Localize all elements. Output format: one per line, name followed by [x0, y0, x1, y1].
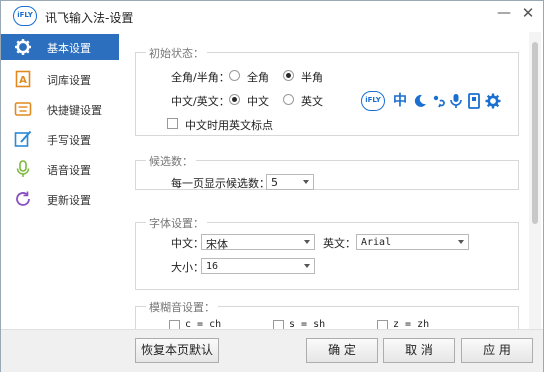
status-bar-preview: iFLY 中	[361, 90, 503, 112]
keyboard-icon	[468, 93, 480, 109]
lang-label: 中文/英文：	[171, 95, 230, 108]
chevron-down-icon	[304, 240, 310, 244]
close-button[interactable]: ✕	[517, 4, 539, 24]
chevron-down-icon	[458, 240, 464, 244]
cancel-button[interactable]: 取 消	[383, 338, 455, 363]
font-cn-label: 中文：	[171, 237, 204, 250]
gear-icon	[485, 93, 501, 109]
sidebar-item-dictionary[interactable]: A 词库设置	[1, 66, 119, 92]
scrollbar-thumb[interactable]	[532, 42, 538, 224]
svg-text:A: A	[19, 75, 27, 86]
english-punct-label: 中文时用英文标点	[185, 119, 273, 132]
chevron-down-icon	[304, 264, 310, 268]
sidebar-item-voice[interactable]: 语音设置	[1, 156, 119, 182]
candidates-label: 每一页显示候选数：	[171, 177, 270, 190]
fuzzy-checkbox[interactable]	[169, 320, 180, 329]
font-size-label: 大小：	[171, 261, 204, 274]
fuzzy-item: z = zh	[393, 319, 430, 329]
group-title: 模糊音设置：	[146, 299, 218, 315]
sidebar: 基本设置 A 词库设置 快捷键设置 手写设置 语音设置 更新设置	[1, 32, 119, 329]
window-title: 讯飞输入法-设置	[45, 11, 134, 25]
candidates-value: 5	[271, 176, 278, 189]
group-title: 候选数：	[146, 153, 196, 169]
font-group: 字体设置：	[135, 215, 519, 290]
group-title: 字体设置：	[146, 215, 207, 231]
english-label: 英文	[301, 95, 323, 108]
full-width-label: 全角	[247, 71, 269, 84]
microphone-icon	[450, 94, 462, 108]
font-en-label: 英文：	[323, 237, 356, 250]
settings-content: 初始状态： 全角/半角： 全角 半角 中文/英文： 中文 英文 中文时用英文标点…	[123, 32, 527, 329]
fuzzy-item: c = ch	[185, 319, 222, 329]
group-title: 初始状态：	[146, 45, 207, 61]
chinese-label: 中文	[247, 95, 269, 108]
settings-window: iFLY 讯飞输入法-设置 — ✕ 基本设置 A 词库设置 快捷键设置 手写设置…	[0, 0, 544, 372]
keyboard-icon	[14, 102, 32, 116]
fuzzy-checkbox[interactable]	[377, 320, 388, 329]
footer-bar: 恢复本页默认 确 定 取 消 应 用	[1, 329, 543, 372]
sidebar-item-handwriting[interactable]: 手写设置	[1, 126, 119, 152]
sidebar-item-label: 词库设置	[47, 74, 91, 87]
sidebar-item-update[interactable]: 更新设置	[1, 186, 119, 212]
dictionary-icon: A	[15, 70, 31, 88]
fuzzy-checkbox[interactable]	[273, 320, 284, 329]
sidebar-item-label: 手写设置	[47, 134, 91, 147]
sidebar-item-basic[interactable]: 基本设置	[1, 34, 119, 60]
font-cn-value: 宋体	[206, 238, 228, 251]
microphone-icon	[16, 160, 30, 177]
english-radio[interactable]	[283, 94, 294, 105]
moon-icon	[414, 94, 426, 107]
font-size-value: 16	[206, 261, 219, 272]
font-size-select[interactable]: 16	[201, 258, 315, 274]
ifly-logo: iFLY	[13, 6, 37, 26]
restore-defaults-button[interactable]: 恢复本页默认	[135, 338, 219, 363]
sidebar-item-label: 快捷键设置	[47, 104, 102, 117]
sidebar-item-label: 语音设置	[47, 164, 91, 177]
sidebar-item-shortcuts[interactable]: 快捷键设置	[1, 96, 119, 122]
english-punct-checkbox[interactable]	[167, 118, 178, 129]
title-bar: iFLY 讯飞输入法-设置 — ✕	[1, 1, 543, 32]
content-scrollbar[interactable]	[529, 32, 541, 329]
ok-button[interactable]: 确 定	[306, 338, 378, 363]
candidates-select[interactable]: 5	[266, 174, 314, 190]
chinese-mode-icon: 中	[393, 93, 407, 109]
half-width-label: 半角	[301, 71, 323, 84]
apply-button[interactable]: 应 用	[461, 338, 533, 363]
sidebar-item-label: 更新设置	[47, 194, 91, 207]
fuzzy-item: s = sh	[289, 319, 326, 329]
font-cn-select[interactable]: 宋体	[201, 234, 315, 251]
pen-icon	[14, 130, 32, 147]
chinese-radio[interactable]	[229, 94, 240, 105]
ifly-logo: iFLY	[361, 91, 385, 111]
minimize-button[interactable]: —	[493, 4, 515, 24]
font-en-select[interactable]: Arial	[356, 234, 469, 250]
sidebar-item-label: 基本设置	[47, 42, 91, 55]
half-width-radio[interactable]	[283, 70, 294, 81]
full-width-radio[interactable]	[229, 70, 240, 81]
refresh-icon	[16, 191, 30, 206]
gear-icon	[15, 39, 31, 55]
width-label: 全角/半角：	[171, 71, 230, 84]
chevron-down-icon	[303, 180, 309, 184]
punctuation-icon	[433, 95, 445, 108]
font-en-value: Arial	[361, 237, 392, 248]
